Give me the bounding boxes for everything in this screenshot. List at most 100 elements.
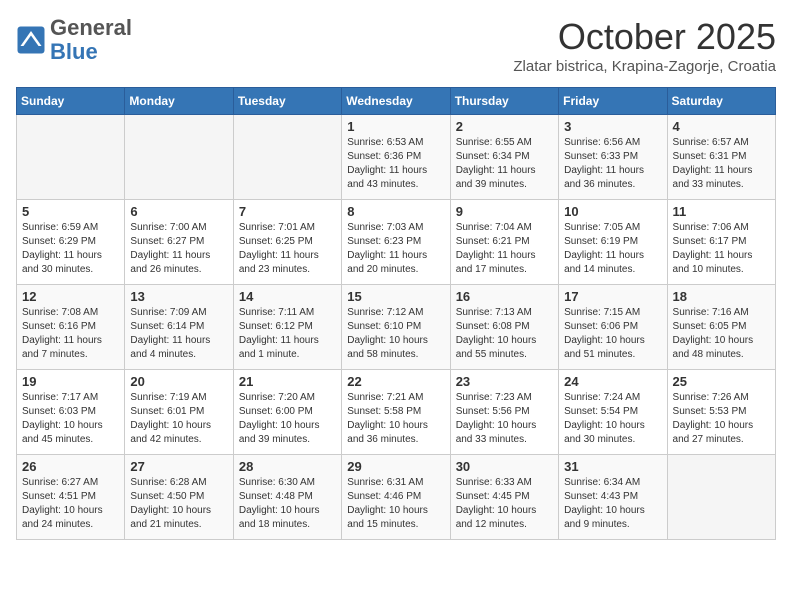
calendar-cell: 13 Sunrise: 7:09 AM Sunset: 6:14 PM Dayli… <box>125 285 233 370</box>
day-info: Sunrise: 7:19 AM Sunset: 6:01 PM Dayligh… <box>130 391 227 447</box>
calendar-cell: 15Sunrise: 7:12 AM Sunset: 6:10 PM Dayli… <box>342 285 450 370</box>
title-block: October 2025 Zlatar bistrica, Krapina-Za… <box>513 16 776 75</box>
day-number: 27 <box>130 459 227 474</box>
calendar-cell: 14Sunrise: 7:11 AM Sunset: 6:12 PM Dayli… <box>233 285 341 370</box>
calendar-week-row: 1 Sunrise: 6:53 AM Sunset: 6:36 PM Daylig… <box>17 115 776 200</box>
weekday-header-tuesday: Tuesday <box>233 88 341 115</box>
day-info: Sunrise: 7:01 AM Sunset: 6:25 PM Dayligh… <box>239 221 336 277</box>
day-info: Sunrise: 7:05 AM Sunset: 6:19 PM Dayligh… <box>564 221 661 277</box>
calendar-cell: 24Sunrise: 7:24 AM Sunset: 5:54 PM Dayli… <box>559 370 667 455</box>
day-info: Sunrise: 6:28 AM Sunset: 4:50 PM Dayligh… <box>130 476 227 532</box>
calendar-cell: 29Sunrise: 6:31 AM Sunset: 4:46 PM Dayli… <box>342 455 450 540</box>
day-number: 25 <box>673 374 770 389</box>
day-info: Sunrise: 6:56 AM Sunset: 6:33 PM Dayligh… <box>564 136 661 192</box>
day-number: 17 <box>564 289 661 304</box>
day-info: Sunrise: 7:23 AM Sunset: 5:56 PM Dayligh… <box>456 391 553 447</box>
day-info: Sunrise: 7:09 AM Sunset: 6:14 PM Dayligh… <box>130 306 227 362</box>
calendar-cell: 4 Sunrise: 6:57 AM Sunset: 6:31 PM Daylig… <box>667 115 775 200</box>
calendar-cell: 27 Sunrise: 6:28 AM Sunset: 4:50 PM Dayli… <box>125 455 233 540</box>
calendar-cell: 31 Sunrise: 6:34 AM Sunset: 4:43 PM Dayli… <box>559 455 667 540</box>
calendar-cell: 2 Sunrise: 6:55 AM Sunset: 6:34 PM Daylig… <box>450 115 558 200</box>
calendar-cell: 19Sunrise: 7:17 AM Sunset: 6:03 PM Dayli… <box>17 370 125 455</box>
day-number: 11 <box>673 204 770 219</box>
day-info: Sunrise: 6:59 AM Sunset: 6:29 PM Dayligh… <box>22 221 119 277</box>
logo-general: General <box>50 15 132 40</box>
calendar-table: SundayMondayTuesdayWednesdayThursdayFrid… <box>16 87 776 540</box>
calendar-cell: 16 Sunrise: 7:13 AM Sunset: 6:08 PM Dayli… <box>450 285 558 370</box>
day-info: Sunrise: 7:04 AM Sunset: 6:21 PM Dayligh… <box>456 221 553 277</box>
day-info: Sunrise: 6:53 AM Sunset: 6:36 PM Dayligh… <box>347 136 444 192</box>
day-info: Sunrise: 7:13 AM Sunset: 6:08 PM Dayligh… <box>456 306 553 362</box>
day-info: Sunrise: 7:06 AM Sunset: 6:17 PM Dayligh… <box>673 221 770 277</box>
calendar-cell: 1 Sunrise: 6:53 AM Sunset: 6:36 PM Daylig… <box>342 115 450 200</box>
day-number: 28 <box>239 459 336 474</box>
calendar-cell: 30 Sunrise: 6:33 AM Sunset: 4:45 PM Dayli… <box>450 455 558 540</box>
day-number: 30 <box>456 459 553 474</box>
day-number: 13 <box>130 289 227 304</box>
day-info: Sunrise: 7:20 AM Sunset: 6:00 PM Dayligh… <box>239 391 336 447</box>
calendar-cell: 21 Sunrise: 7:20 AM Sunset: 6:00 PM Dayli… <box>233 370 341 455</box>
day-number: 20 <box>130 374 227 389</box>
day-number: 10 <box>564 204 661 219</box>
day-number: 8 <box>347 204 444 219</box>
day-number: 18 <box>673 289 770 304</box>
calendar-cell: 5 Sunrise: 6:59 AM Sunset: 6:29 PM Daylig… <box>17 200 125 285</box>
day-number: 7 <box>239 204 336 219</box>
day-number: 16 <box>456 289 553 304</box>
calendar-cell: 10 Sunrise: 7:05 AM Sunset: 6:19 PM Dayli… <box>559 200 667 285</box>
day-info: Sunrise: 6:55 AM Sunset: 6:34 PM Dayligh… <box>456 136 553 192</box>
calendar-cell <box>17 115 125 200</box>
day-number: 3 <box>564 119 661 134</box>
calendar-cell: 26Sunrise: 6:27 AM Sunset: 4:51 PM Dayli… <box>17 455 125 540</box>
calendar-cell: 20 Sunrise: 7:19 AM Sunset: 6:01 PM Dayli… <box>125 370 233 455</box>
calendar-cell: 8Sunrise: 7:03 AM Sunset: 6:23 PM Daylig… <box>342 200 450 285</box>
day-number: 31 <box>564 459 661 474</box>
day-info: Sunrise: 7:15 AM Sunset: 6:06 PM Dayligh… <box>564 306 661 362</box>
day-info: Sunrise: 7:21 AM Sunset: 5:58 PM Dayligh… <box>347 391 444 447</box>
calendar-cell: 12 Sunrise: 7:08 AM Sunset: 6:16 PM Dayli… <box>17 285 125 370</box>
logo: General Blue <box>16 16 132 64</box>
day-number: 26 <box>22 459 119 474</box>
day-number: 19 <box>22 374 119 389</box>
day-info: Sunrise: 7:12 AM Sunset: 6:10 PM Dayligh… <box>347 306 444 362</box>
calendar-cell: 25 Sunrise: 7:26 AM Sunset: 5:53 PM Dayli… <box>667 370 775 455</box>
weekday-header-monday: Monday <box>125 88 233 115</box>
month-title: October 2025 <box>513 16 776 58</box>
weekday-header-thursday: Thursday <box>450 88 558 115</box>
calendar-week-row: 19Sunrise: 7:17 AM Sunset: 6:03 PM Dayli… <box>17 370 776 455</box>
calendar-cell: 28 Sunrise: 6:30 AM Sunset: 4:48 PM Dayli… <box>233 455 341 540</box>
calendar-cell: 11 Sunrise: 7:06 AM Sunset: 6:17 PM Dayli… <box>667 200 775 285</box>
calendar-cell: 7 Sunrise: 7:01 AM Sunset: 6:25 PM Daylig… <box>233 200 341 285</box>
day-number: 4 <box>673 119 770 134</box>
day-info: Sunrise: 7:24 AM Sunset: 5:54 PM Dayligh… <box>564 391 661 447</box>
day-number: 23 <box>456 374 553 389</box>
day-info: Sunrise: 6:30 AM Sunset: 4:48 PM Dayligh… <box>239 476 336 532</box>
location-subtitle: Zlatar bistrica, Krapina-Zagorje, Croati… <box>513 58 776 75</box>
day-info: Sunrise: 7:08 AM Sunset: 6:16 PM Dayligh… <box>22 306 119 362</box>
day-number: 9 <box>456 204 553 219</box>
weekday-header-saturday: Saturday <box>667 88 775 115</box>
day-number: 2 <box>456 119 553 134</box>
day-info: Sunrise: 7:26 AM Sunset: 5:53 PM Dayligh… <box>673 391 770 447</box>
day-number: 6 <box>130 204 227 219</box>
day-info: Sunrise: 7:00 AM Sunset: 6:27 PM Dayligh… <box>130 221 227 277</box>
weekday-header-wednesday: Wednesday <box>342 88 450 115</box>
day-info: Sunrise: 6:57 AM Sunset: 6:31 PM Dayligh… <box>673 136 770 192</box>
calendar-cell: 23 Sunrise: 7:23 AM Sunset: 5:56 PM Dayli… <box>450 370 558 455</box>
day-info: Sunrise: 7:16 AM Sunset: 6:05 PM Dayligh… <box>673 306 770 362</box>
calendar-week-row: 12 Sunrise: 7:08 AM Sunset: 6:16 PM Dayli… <box>17 285 776 370</box>
calendar-cell <box>125 115 233 200</box>
day-number: 12 <box>22 289 119 304</box>
day-info: Sunrise: 6:33 AM Sunset: 4:45 PM Dayligh… <box>456 476 553 532</box>
calendar-week-row: 5 Sunrise: 6:59 AM Sunset: 6:29 PM Daylig… <box>17 200 776 285</box>
day-number: 5 <box>22 204 119 219</box>
weekday-header-row: SundayMondayTuesdayWednesdayThursdayFrid… <box>17 88 776 115</box>
calendar-cell: 17 Sunrise: 7:15 AM Sunset: 6:06 PM Dayli… <box>559 285 667 370</box>
calendar-cell <box>233 115 341 200</box>
day-number: 1 <box>347 119 444 134</box>
day-number: 21 <box>239 374 336 389</box>
day-info: Sunrise: 6:34 AM Sunset: 4:43 PM Dayligh… <box>564 476 661 532</box>
weekday-header-sunday: Sunday <box>17 88 125 115</box>
page-header: General Blue October 2025 Zlatar bistric… <box>16 16 776 75</box>
calendar-cell: 18 Sunrise: 7:16 AM Sunset: 6:05 PM Dayli… <box>667 285 775 370</box>
